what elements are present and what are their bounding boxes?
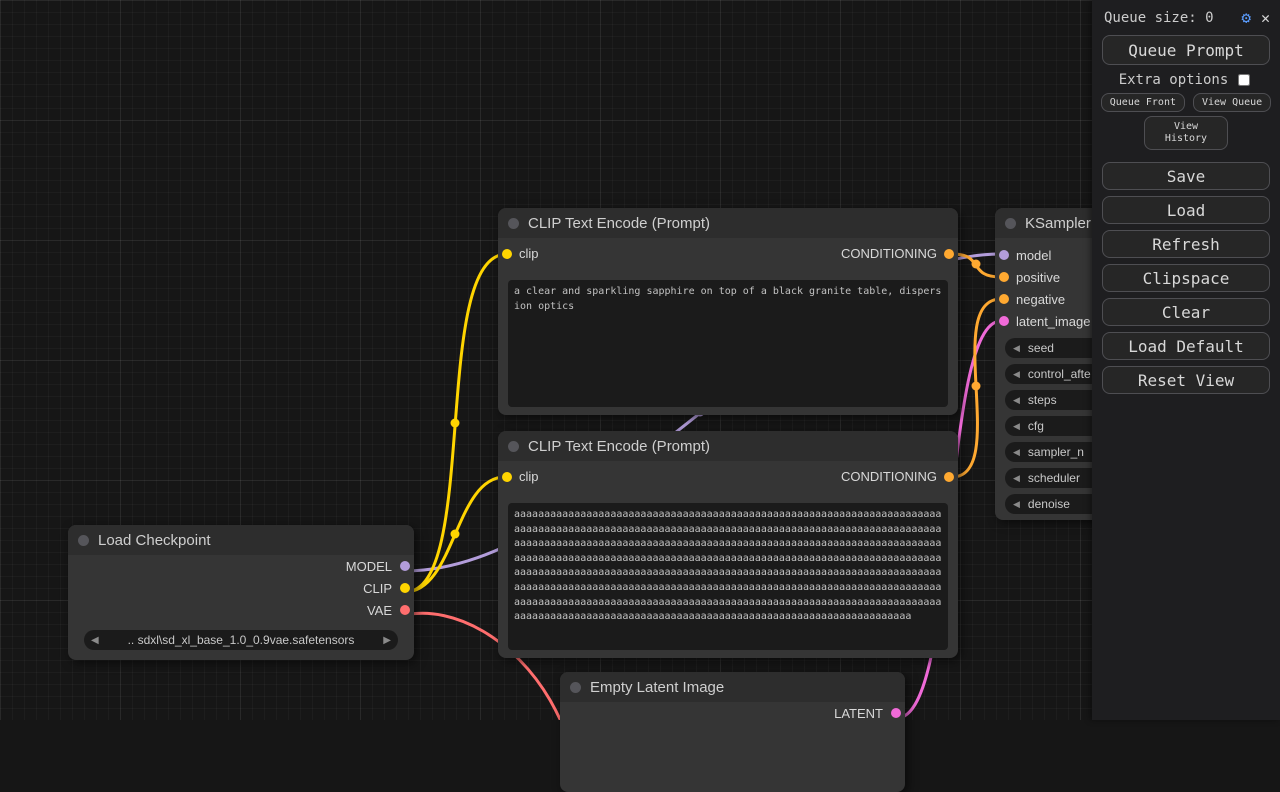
widget-label: control_afte (1028, 367, 1091, 381)
slot-label: LATENT (834, 706, 883, 721)
negative-input-dot[interactable] (999, 294, 1009, 304)
view-history-button[interactable]: View History (1144, 116, 1228, 150)
clip-output-dot[interactable] (400, 583, 410, 593)
close-icon[interactable]: ✕ (1261, 9, 1270, 27)
node-title-bar[interactable]: CLIP Text Encode (Prompt) (498, 431, 958, 461)
link-midpoint-dot (972, 382, 981, 391)
slot-label: CONDITIONING (841, 246, 937, 261)
model-output-dot[interactable] (400, 561, 410, 571)
decrement-arrow-icon[interactable]: ◀ (1013, 343, 1020, 354)
node-load-checkpoint[interactable]: Load Checkpoint MODEL CLIP VAE ◀ .. sdxl… (68, 525, 414, 660)
slot-label: latent_image (1016, 314, 1090, 329)
collapse-dot[interactable] (1005, 218, 1016, 229)
link-midpoint-dot (972, 260, 981, 269)
save-button[interactable]: Save (1102, 162, 1270, 190)
widget-label: sampler_n (1028, 445, 1084, 459)
view-queue-button[interactable]: View Queue (1193, 93, 1271, 112)
latent-input-dot[interactable] (999, 316, 1009, 326)
output-slot-clip[interactable]: CLIP (68, 577, 414, 599)
node-clip-text-encode-positive[interactable]: CLIP Text Encode (Prompt) clip CONDITION… (498, 208, 958, 415)
slot-label: CLIP (363, 581, 392, 596)
decrement-arrow-icon[interactable]: ◀ (1013, 447, 1020, 458)
widget-label: scheduler (1028, 471, 1080, 485)
output-slot-latent[interactable]: LATENT (560, 702, 905, 724)
collapse-dot[interactable] (508, 218, 519, 229)
latent-output-dot[interactable] (891, 708, 901, 718)
link-midpoint-dot (451, 419, 460, 428)
decrement-arrow-icon[interactable]: ◀ (1013, 395, 1020, 406)
ckpt-name-combo[interactable]: ◀ .. sdxl\sd_xl_base_1.0_0.9vae.safetens… (84, 630, 398, 650)
load-button[interactable]: Load (1102, 196, 1270, 224)
slot-label: CONDITIONING (841, 469, 937, 484)
node-title: KSampler (1025, 215, 1091, 232)
node-title: CLIP Text Encode (Prompt) (528, 438, 710, 455)
widget-label: denoise (1028, 497, 1070, 511)
node-title-bar[interactable]: Load Checkpoint (68, 525, 414, 555)
model-input-dot[interactable] (999, 250, 1009, 260)
prompt-text-area[interactable]: aaaaaaaaaaaaaaaaaaaaaaaaaaaaaaaaaaaaaaaa… (508, 503, 948, 650)
node-title-bar[interactable]: Empty Latent Image (560, 672, 905, 702)
node-title: Load Checkpoint (98, 532, 211, 549)
collapse-dot[interactable] (570, 682, 581, 693)
widget-label: steps (1028, 393, 1057, 407)
conditioning-output-dot[interactable] (944, 249, 954, 259)
input-slot-clip[interactable]: clip (502, 469, 539, 484)
widget-label: seed (1028, 341, 1054, 355)
extra-options-checkbox[interactable] (1238, 74, 1250, 86)
prompt-text-area[interactable]: a clear and sparkling sapphire on top of… (508, 280, 948, 407)
reset-view-button[interactable]: Reset View (1102, 366, 1270, 394)
node-graph-canvas[interactable]: CLIP Text Encode (Prompt) clip CONDITION… (0, 0, 1280, 720)
refresh-button[interactable]: Refresh (1102, 230, 1270, 258)
decrement-arrow-icon[interactable]: ◀ (1013, 499, 1020, 510)
output-slot-vae[interactable]: VAE (68, 599, 414, 621)
node-title-bar[interactable]: CLIP Text Encode (Prompt) (498, 208, 958, 238)
vae-output-dot[interactable] (400, 605, 410, 615)
slot-label: negative (1016, 292, 1065, 307)
ckpt-name-value: .. sdxl\sd_xl_base_1.0_0.9vae.safetensor… (128, 633, 355, 647)
collapse-dot[interactable] (508, 441, 519, 452)
decrement-arrow-icon[interactable]: ◀ (1013, 473, 1020, 484)
extra-options-label: Extra options (1119, 72, 1229, 88)
output-slot-model[interactable]: MODEL (68, 555, 414, 577)
queue-front-button[interactable]: Queue Front (1101, 93, 1185, 112)
clip-input-dot[interactable] (502, 472, 512, 482)
link-midpoint-dot (451, 530, 460, 539)
node-empty-latent-image[interactable]: Empty Latent Image LATENT (560, 672, 905, 792)
collapse-dot[interactable] (78, 535, 89, 546)
input-slot-clip[interactable]: clip (502, 246, 539, 261)
prev-value-arrow-icon[interactable]: ◀ (91, 635, 99, 646)
load-default-button[interactable]: Load Default (1102, 332, 1270, 360)
slot-label: MODEL (346, 559, 392, 574)
positive-input-dot[interactable] (999, 272, 1009, 282)
clear-button[interactable]: Clear (1102, 298, 1270, 326)
clipspace-button[interactable]: Clipspace (1102, 264, 1270, 292)
output-slot-conditioning[interactable]: CONDITIONING (841, 246, 954, 261)
widget-label: cfg (1028, 419, 1044, 433)
slot-label: VAE (367, 603, 392, 618)
clip-input-dot[interactable] (502, 249, 512, 259)
queue-size-label: Queue size: 0 (1104, 10, 1214, 26)
next-value-arrow-icon[interactable]: ▶ (383, 635, 391, 646)
slot-label: clip (519, 469, 539, 484)
conditioning-output-dot[interactable] (944, 472, 954, 482)
settings-gear-icon[interactable]: ⚙ (1241, 8, 1251, 27)
decrement-arrow-icon[interactable]: ◀ (1013, 421, 1020, 432)
node-title: Empty Latent Image (590, 679, 724, 696)
comfy-menu-panel: Queue size: 0 ⚙ ✕ Queue Prompt Extra opt… (1092, 0, 1280, 720)
slot-label: model (1016, 248, 1051, 263)
slot-label: positive (1016, 270, 1060, 285)
node-clip-text-encode-negative[interactable]: CLIP Text Encode (Prompt) clip CONDITION… (498, 431, 958, 658)
queue-prompt-button[interactable]: Queue Prompt (1102, 35, 1270, 65)
node-title: CLIP Text Encode (Prompt) (528, 215, 710, 232)
decrement-arrow-icon[interactable]: ◀ (1013, 369, 1020, 380)
slot-label: clip (519, 246, 539, 261)
output-slot-conditioning[interactable]: CONDITIONING (841, 469, 954, 484)
